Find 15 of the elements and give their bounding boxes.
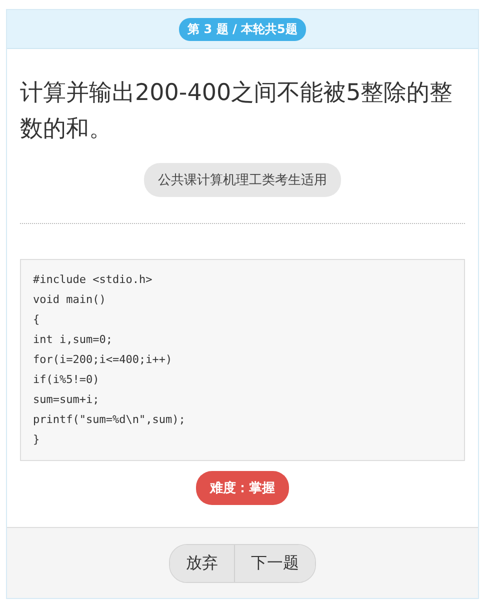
code-line: if(i%5!=0): [33, 372, 100, 388]
code-line: {: [33, 312, 41, 328]
give-up-button[interactable]: 放弃: [170, 544, 235, 582]
code-line: }: [33, 432, 41, 448]
difficulty-badge: 难度：掌握: [196, 471, 289, 505]
code-line: printf("sum=%d\n",sum);: [33, 412, 186, 428]
code-line: for(i=200;i<=400;i++): [33, 352, 174, 368]
code-line: int i,sum=0;: [33, 332, 114, 348]
code-line: sum=sum+i;: [33, 392, 100, 408]
progress-badge: 第 3 题 / 本轮共5题: [178, 18, 306, 40]
code-line: #include <stdio.h>: [33, 272, 154, 288]
next-question-button[interactable]: 下一题: [235, 544, 315, 582]
question-text: 计算并输出200-400之间不能被5整除的整数的和。: [20, 79, 454, 144]
category-tag: 公共课计算机理工类考生适用: [144, 163, 341, 197]
code-line: void main(): [33, 292, 107, 308]
